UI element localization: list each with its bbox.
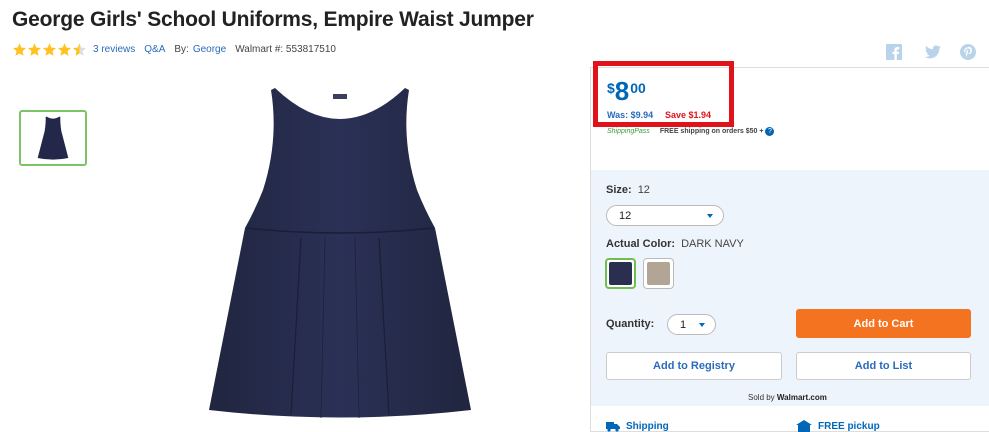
add-to-list-button[interactable]: Add to List (796, 352, 971, 380)
truck-icon (606, 422, 620, 432)
shipping-option[interactable]: Shipping (606, 420, 669, 432)
store-icon (796, 420, 812, 432)
jumper-thumbnail-image (37, 116, 69, 160)
add-to-registry-button[interactable]: Add to Registry (606, 352, 782, 380)
quantity-label: Quantity: (606, 318, 655, 330)
size-label: Size: 12 (606, 184, 650, 196)
color-label: Actual Color: DARK NAVY (606, 238, 744, 250)
brand-link[interactable]: George (193, 44, 226, 55)
seller-name: Walmart.com (776, 393, 827, 402)
chevron-down-icon (699, 322, 705, 327)
facebook-icon[interactable] (886, 44, 902, 60)
price-dollars: 8 (614, 76, 630, 106)
color-value: DARK NAVY (681, 238, 744, 250)
swatch-khaki[interactable] (643, 258, 674, 289)
size-value: 12 (637, 184, 650, 196)
star-icon (57, 42, 72, 57)
walmart-number: Walmart #: 553817510 (235, 44, 336, 55)
star-icon (27, 42, 42, 57)
half-star-icon (72, 42, 87, 57)
pickup-option[interactable]: FREE pickup (796, 420, 880, 432)
shipping-info: ShippingPass FREE shipping on orders $50… (607, 127, 775, 136)
info-icon[interactable]: ? (765, 127, 775, 136)
price-currency: $ (607, 80, 615, 96)
reviews-link[interactable]: 3 reviews (93, 44, 135, 55)
product-thumbnail[interactable] (19, 110, 87, 166)
free-shipping-text: FREE shipping on orders $50 + (659, 128, 764, 135)
shipping-pass-label: ShippingPass (607, 128, 650, 135)
star-icon (12, 42, 27, 57)
twitter-icon[interactable] (925, 45, 941, 59)
price-cents: 00 (630, 80, 646, 96)
size-select[interactable]: 12 (606, 205, 724, 226)
quantity-select[interactable]: 1 (667, 314, 716, 335)
by-label: By: (174, 44, 189, 55)
qa-link[interactable]: Q&A (144, 44, 165, 55)
product-meta: 3 reviews Q&A By: George Walmart #: 5538… (12, 42, 336, 57)
product-main-image[interactable] (205, 80, 475, 420)
was-price: Was: $9.94 (607, 110, 654, 120)
swatch-dark-navy[interactable] (605, 258, 636, 289)
current-price: $ 8 00 (607, 76, 646, 106)
add-to-cart-button[interactable]: Add to Cart (796, 309, 971, 338)
rating-stars[interactable] (12, 42, 87, 57)
save-amount: Save $1.94 (665, 110, 712, 120)
star-icon (42, 42, 57, 57)
sold-by: Sold by Walmart.com (748, 393, 827, 402)
chevron-down-icon (707, 213, 713, 218)
product-title: George Girls' School Uniforms, Empire Wa… (12, 8, 534, 31)
pinterest-icon[interactable] (960, 44, 976, 60)
jumper-image (209, 88, 471, 419)
